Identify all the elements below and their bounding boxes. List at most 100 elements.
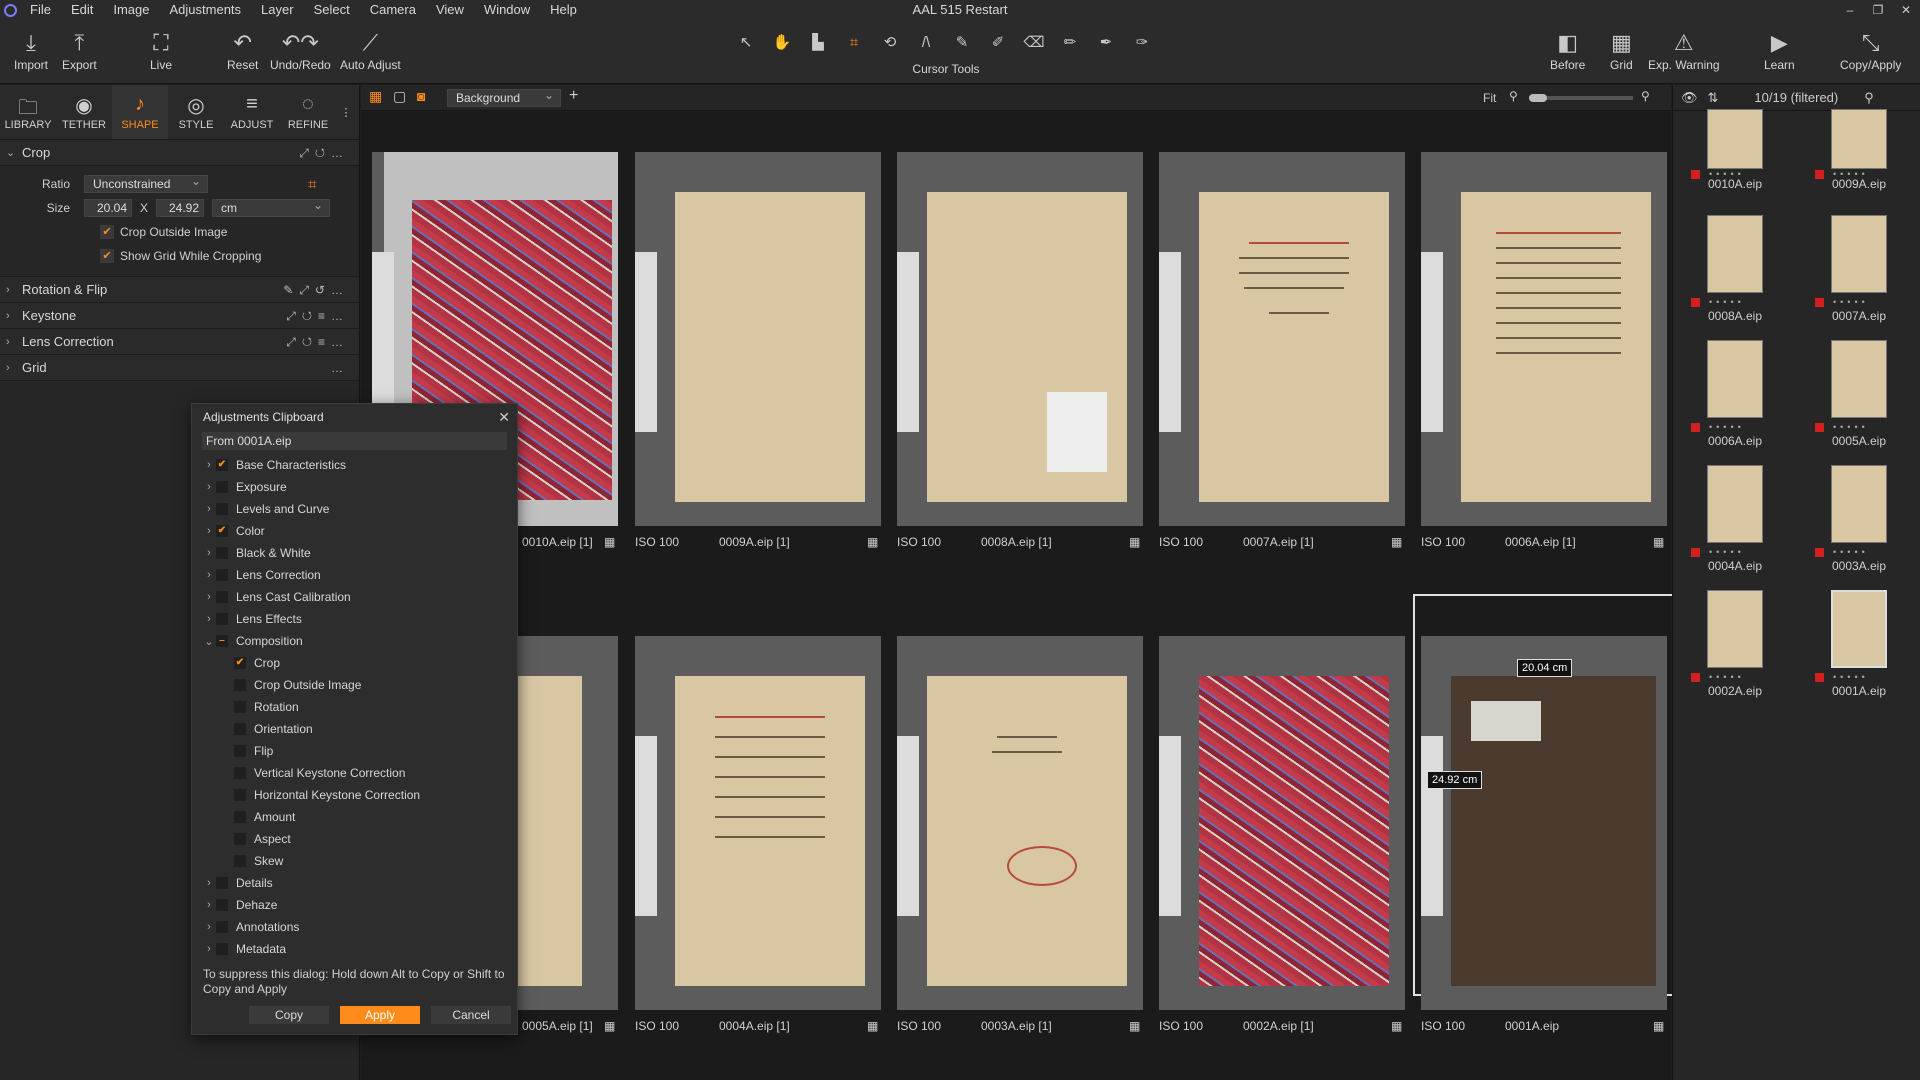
menu-image[interactable]: Image	[103, 0, 159, 20]
checkbox[interactable]: –	[216, 635, 228, 647]
clipboard-item[interactable]: ✔ Crop	[192, 652, 517, 674]
clipboard-item[interactable]: Amount	[192, 806, 517, 828]
chevron-right-icon[interactable]: ›	[192, 569, 216, 581]
grid-cell[interactable]: ISO 100 0003A.eip [1] ▦	[891, 596, 1149, 1033]
close-icon[interactable]: ✕	[498, 404, 510, 430]
checkbox[interactable]	[234, 855, 246, 867]
clipboard-item[interactable]: Orientation	[192, 718, 517, 740]
zoom-slider[interactable]	[1529, 94, 1633, 102]
rotate-icon[interactable]: ⟲	[874, 32, 906, 54]
grid-cell[interactable]: ISO 100 0006A.eip [1] ▦	[1415, 112, 1673, 549]
exp-warning-button[interactable]: ⚠ Exp. Warning	[1648, 28, 1720, 72]
menu-layer[interactable]: Layer	[251, 0, 304, 20]
clipboard-item[interactable]: › Details	[192, 872, 517, 894]
section-tools-icons[interactable]: …	[331, 355, 349, 381]
checkbox[interactable]	[216, 547, 228, 559]
clipboard-item[interactable]: › Annotations	[192, 916, 517, 938]
clipboard-item[interactable]: Vertical Keystone Correction	[192, 762, 517, 784]
filmstrip-item[interactable]: ••••• 0008A.eip	[1675, 215, 1785, 335]
clipboard-item[interactable]: Skew	[192, 850, 517, 872]
clipboard-item[interactable]: Crop Outside Image	[192, 674, 517, 696]
clipboard-item[interactable]: Flip	[192, 740, 517, 762]
tab-style[interactable]: ◎ STYLE	[168, 85, 224, 139]
show-grid-checkbox[interactable]: ✔ Show Grid While Cropping	[0, 244, 359, 268]
crop-orientation-icon[interactable]: ⌗	[308, 176, 316, 193]
menu-view[interactable]: View	[426, 0, 474, 20]
checkbox[interactable]	[234, 789, 246, 801]
sort-icon[interactable]: ⇅	[1708, 90, 1719, 106]
menu-adjustments[interactable]: Adjustments	[160, 0, 252, 20]
copy-apply-button[interactable]: ⤡ Copy/Apply	[1840, 28, 1901, 72]
pen-icon[interactable]: ✑	[1126, 32, 1158, 54]
section-tools-icons[interactable]: ⤢↺…	[299, 140, 349, 166]
close-window-icon[interactable]: ✕	[1892, 0, 1920, 20]
keystone-header[interactable]: › Keystone ⤢↺≡…	[0, 303, 359, 329]
crop-width-input[interactable]: 20.04	[84, 199, 132, 217]
menu-help[interactable]: Help	[540, 0, 587, 20]
annotate-icon[interactable]: ✒	[1090, 32, 1122, 54]
filmstrip-item[interactable]: ••••• 0002A.eip	[1675, 590, 1785, 710]
fit-label[interactable]: Fit	[1483, 91, 1496, 105]
section-tools-icons[interactable]: ⤢↺≡…	[286, 303, 349, 329]
single-view-icon[interactable]: ▢	[393, 88, 406, 105]
checkbox[interactable]	[234, 811, 246, 823]
chevron-right-icon[interactable]: ›	[192, 503, 216, 515]
pointer-icon[interactable]: ↖	[730, 32, 762, 54]
minimize-icon[interactable]: –	[1836, 0, 1864, 20]
clipboard-item[interactable]: › Exposure	[192, 476, 517, 498]
grid-cell[interactable]: ISO 100 0008A.eip [1] ▦	[891, 112, 1149, 549]
tab-tether[interactable]: ◉ TETHER	[56, 85, 112, 139]
chevron-right-icon[interactable]: ›	[192, 877, 216, 889]
checkbox[interactable]	[216, 591, 228, 603]
checkbox[interactable]: ✔	[216, 459, 228, 471]
checkbox[interactable]	[234, 701, 246, 713]
grid-header[interactable]: › Grid…	[0, 355, 359, 381]
checkbox[interactable]	[216, 899, 228, 911]
stamp-icon[interactable]: ▙	[802, 32, 834, 54]
clipboard-item[interactable]: › Lens Correction	[192, 564, 517, 586]
chevron-down-icon[interactable]: ⌄	[192, 635, 216, 648]
filmstrip-item[interactable]: ••••• 0007A.eip	[1799, 215, 1909, 335]
clipboard-item[interactable]: › ✔ Color	[192, 520, 517, 542]
clipboard-item[interactable]: Horizontal Keystone Correction	[192, 784, 517, 806]
checkbox[interactable]	[216, 569, 228, 581]
checkbox[interactable]	[216, 943, 228, 955]
grid-cell[interactable]: ISO 100 0009A.eip [1] ▦	[629, 112, 887, 549]
rotation-flip-header[interactable]: › Rotation & Flip ✎⤢↺…	[0, 277, 359, 303]
grid-view-icon[interactable]: ▦	[369, 88, 382, 105]
clipboard-item[interactable]: Rotation	[192, 696, 517, 718]
checkbox[interactable]	[216, 921, 228, 933]
clipboard-item[interactable]: › Black & White	[192, 542, 517, 564]
crop-outside-checkbox[interactable]: ✔ Crop Outside Image	[0, 220, 359, 244]
clipboard-item[interactable]: Aspect	[192, 828, 517, 850]
clipboard-item[interactable]: ⌄ – Composition	[192, 630, 517, 652]
apply-button[interactable]: Apply	[340, 1006, 420, 1024]
filmstrip-item-selected[interactable]: ••••• 0001A.eip	[1799, 590, 1909, 710]
tab-shape[interactable]: ♪ SHAPE	[112, 85, 168, 139]
grid-cell-selected[interactable]: ISO 100 0001A.eip ▦ 20.04 cm 24.92 cm	[1413, 594, 1675, 1033]
chevron-right-icon[interactable]: ›	[192, 921, 216, 933]
checkbox[interactable]	[234, 679, 246, 691]
checkbox[interactable]	[216, 613, 228, 625]
chevron-right-icon[interactable]: ›	[192, 613, 216, 625]
zoom-in-icon[interactable]: ⚲	[1641, 89, 1650, 103]
cancel-button[interactable]: Cancel	[431, 1006, 511, 1024]
add-icon[interactable]: +	[569, 87, 578, 105]
search-icon[interactable]: ⚲	[1864, 90, 1874, 106]
filmstrip-item[interactable]: ••••• 0005A.eip	[1799, 340, 1909, 460]
checkbox[interactable]	[216, 877, 228, 889]
learn-button[interactable]: ▶ Learn	[1764, 28, 1795, 72]
checkbox[interactable]	[234, 723, 246, 735]
grid-button[interactable]: ▦ Grid	[1610, 28, 1633, 72]
chevron-right-icon[interactable]: ›	[192, 481, 216, 493]
crop-height-input[interactable]: 24.92	[156, 199, 204, 217]
filmstrip-view-icon[interactable]: ◙	[417, 88, 425, 104]
tab-refine[interactable]: ◌ REFINE	[280, 85, 336, 139]
clipboard-item[interactable]: › Lens Cast Calibration	[192, 586, 517, 608]
keystone-icon[interactable]: /\	[910, 32, 942, 54]
ratio-select[interactable]: Unconstrained	[84, 173, 208, 193]
chevron-right-icon[interactable]: ›	[192, 547, 216, 559]
clipboard-item[interactable]: › Levels and Curve	[192, 498, 517, 520]
filmstrip-item[interactable]: ••••• 0009A.eip	[1799, 109, 1909, 231]
before-button[interactable]: ◧ Before	[1550, 28, 1585, 72]
